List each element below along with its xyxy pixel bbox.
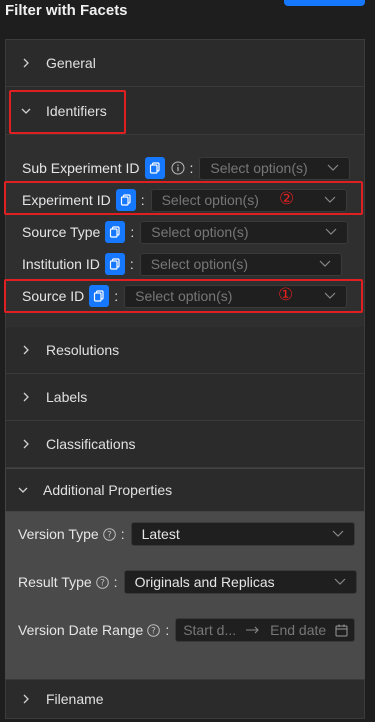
source-id-highlight-box [4,279,363,313]
section-resolutions[interactable]: Resolutions [6,327,364,374]
section-general-label: General [46,55,96,71]
copy-icon[interactable] [105,221,126,243]
svg-text:?: ? [100,578,105,588]
section-filename-label: Filename [46,691,104,707]
version-date-range-picker[interactable]: Start d... End date [175,618,356,642]
select-placeholder: Select option(s) [151,224,249,240]
colon: : [120,526,125,542]
section-additional-label: Additional Properties [43,482,173,498]
question-icon[interactable]: ? [102,527,116,541]
section-filename[interactable]: Filename [6,679,364,719]
facets-panel: General Identifiers Sub Experiment ID : … [4,39,365,719]
chevron-right-icon [20,438,32,450]
end-date-input[interactable]: End date [270,622,326,638]
institution-id-select[interactable]: Select option(s) [139,252,342,276]
arrow-right-icon [246,626,259,634]
copy-icon[interactable] [144,157,165,179]
field-sub-experiment-id: Sub Experiment ID : Select option(s) [22,155,351,181]
field-version-date-range: Version Date Range ? : Start d... End da… [18,617,356,643]
start-date-input[interactable]: Start d... [183,622,236,638]
field-source-type: Source Type : Select option(s) [22,219,349,245]
section-classifications[interactable]: Classifications [6,421,364,468]
field-version-type: Version Type ? : Latest [18,521,355,547]
select-placeholder: Select option(s) [210,160,308,176]
chevron-down-icon [325,228,337,235]
version-date-range-label: Version Date Range [18,622,144,638]
chevron-right-icon [20,693,32,705]
section-resolutions-label: Resolutions [46,342,120,358]
version-type-label: Version Type [18,526,99,542]
field-result-type: Result Type ? : Originals and Replicas [18,569,357,595]
question-icon[interactable]: ? [95,575,109,589]
chevron-down-icon [332,530,344,537]
select-placeholder: Select option(s) [150,256,248,272]
section-labels[interactable]: Labels [6,374,364,421]
apply-button[interactable] [284,0,365,6]
chevron-down-icon [17,484,29,496]
chevron-down-icon [334,578,345,585]
colon: : [129,256,134,272]
question-icon[interactable]: ? [147,623,161,637]
section-classifications-label: Classifications [46,436,136,452]
experiment-id-highlight-box [4,181,363,215]
section-additional-properties[interactable]: Additional Properties [5,468,365,512]
info-icon[interactable] [171,161,185,175]
source-type-label: Source Type [22,224,101,240]
copy-icon[interactable] [104,253,125,275]
result-type-value: Originals and Replicas [134,574,275,590]
annotation-number-1: ① [278,285,294,304]
version-type-select[interactable]: Latest [130,522,355,546]
sub-experiment-id-select[interactable]: Select option(s) [199,156,351,180]
svg-text:?: ? [107,530,112,540]
sub-experiment-id-label: Sub Experiment ID [22,160,140,176]
section-labels-label: Labels [46,389,88,405]
colon: : [113,574,118,590]
annotation-number-2: ② [279,189,295,208]
field-institution-id: Institution ID : Select option(s) [22,251,342,277]
identifiers-highlight-box [9,90,126,134]
result-type-label: Result Type [18,574,92,590]
section-general[interactable]: General [6,40,364,87]
institution-id-label: Institution ID [22,256,100,272]
chevron-right-icon [20,57,32,69]
version-type-value: Latest [141,526,180,542]
chevron-right-icon [20,391,32,403]
chevron-right-icon [20,344,32,356]
svg-text:?: ? [151,626,156,636]
result-type-select[interactable]: Originals and Replicas [123,570,357,594]
colon: : [189,160,194,176]
page-title: Filter with Facets [5,2,128,19]
calendar-icon[interactable] [335,624,348,637]
chevron-down-icon [319,260,331,267]
colon: : [165,622,170,638]
chevron-down-icon [327,164,339,171]
source-type-select[interactable]: Select option(s) [140,220,349,244]
colon: : [130,224,135,240]
